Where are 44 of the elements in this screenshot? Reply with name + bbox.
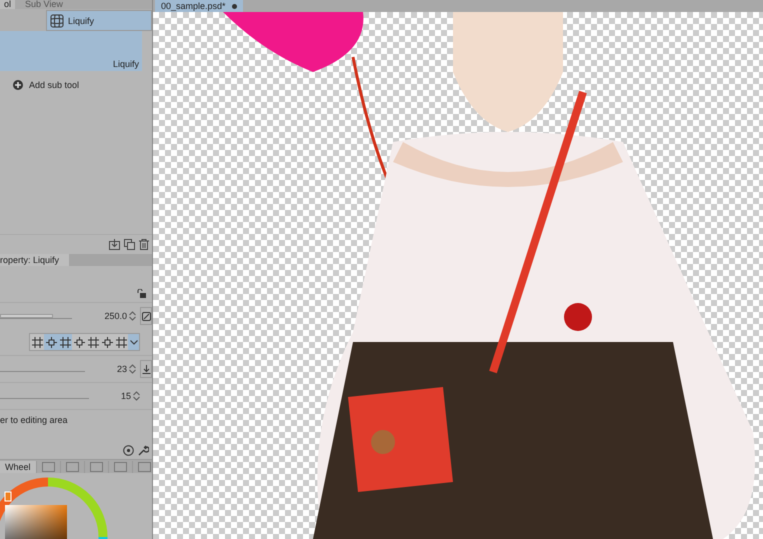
mesh-icon (74, 336, 84, 348)
dropdown-button[interactable] (128, 334, 139, 350)
sub-tool-group-tab[interactable]: Liquify (46, 10, 152, 31)
sub-tool-item[interactable]: Liquify (0, 31, 142, 71)
lock-icon[interactable] (137, 289, 146, 298)
mesh-icon (102, 336, 112, 348)
color-panel-tab[interactable]: Wheel (0, 461, 37, 473)
mesh-icon (60, 336, 70, 348)
spin-icon[interactable] (133, 391, 140, 401)
slash-icon (142, 312, 150, 320)
duplicate-icon[interactable] (124, 239, 135, 250)
mode-button[interactable] (100, 334, 114, 350)
spin-icon[interactable] (129, 364, 136, 374)
spin-icon[interactable] (129, 311, 136, 321)
download-button[interactable] (140, 360, 152, 378)
panel-tab[interactable]: ol (0, 0, 16, 9)
download-icon[interactable] (109, 239, 120, 250)
mesh-icon (46, 336, 56, 348)
target-icon[interactable] (123, 445, 134, 456)
mode-button[interactable] (114, 334, 128, 350)
value-text: 23 (116, 364, 127, 374)
mesh-icon (32, 336, 42, 348)
pressure-button[interactable] (140, 307, 152, 325)
panel-tab[interactable]: roperty: Liquify (0, 254, 70, 266)
grid-icon (50, 14, 64, 28)
document-tab[interactable]: 00_sample.psd* (155, 0, 243, 12)
mode-button[interactable] (58, 334, 72, 350)
mesh-icon (116, 336, 126, 348)
plus-icon (13, 80, 23, 90)
mode-button[interactable] (30, 334, 44, 350)
add-sub-tool-button[interactable]: Add sub tool (13, 80, 80, 90)
wrench-icon[interactable] (138, 445, 149, 456)
caret-icon (130, 340, 138, 344)
slider-track[interactable] (0, 314, 72, 318)
mode-button[interactable] (72, 334, 86, 350)
trash-icon[interactable] (139, 239, 149, 250)
mesh-icon (88, 336, 98, 348)
mode-button[interactable] (44, 334, 58, 350)
dot-icon (232, 4, 237, 8)
value-text: 250.0 (104, 311, 127, 321)
value-text: 15 (120, 391, 131, 401)
download-icon (142, 364, 150, 374)
option-label: er to editing area (0, 415, 68, 425)
mode-button[interactable] (86, 334, 100, 350)
